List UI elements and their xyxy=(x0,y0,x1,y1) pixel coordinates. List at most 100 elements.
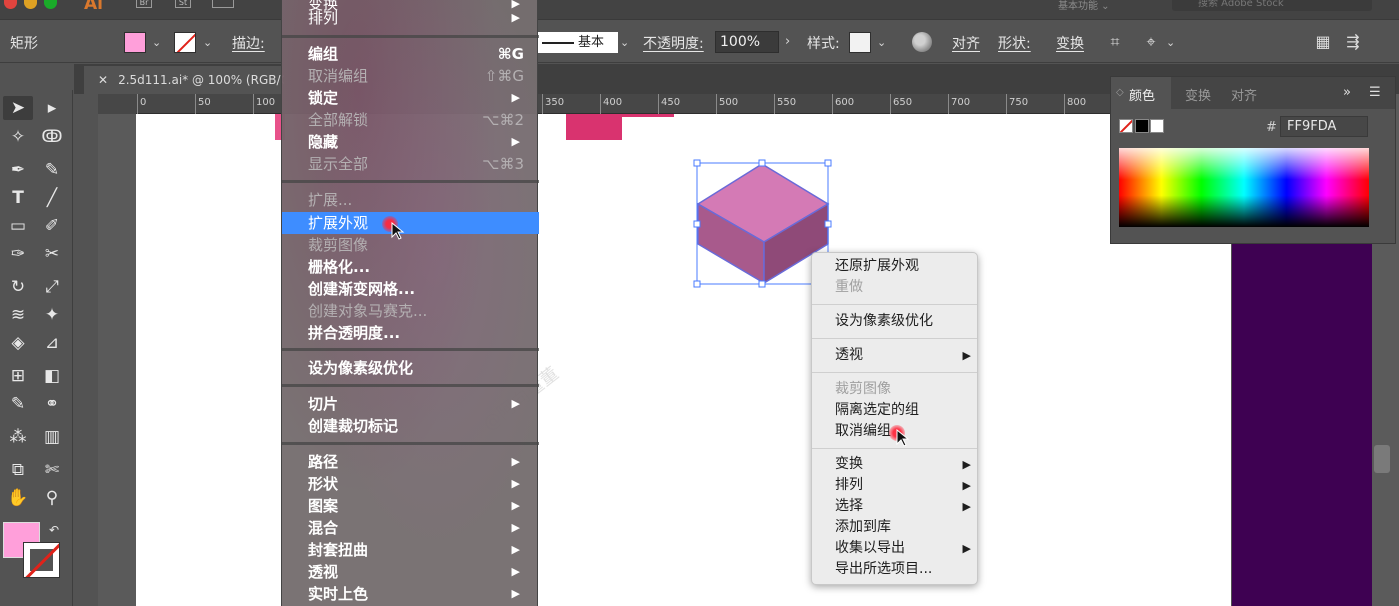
direct-selection-tool-icon[interactable]: ▸ xyxy=(37,96,67,120)
pink-shape[interactable] xyxy=(566,114,622,140)
tab-transform[interactable]: 变换 xyxy=(1185,85,1211,104)
resize-handle[interactable] xyxy=(693,159,701,167)
menu-item-flatten-transparency[interactable]: 拼合透明度... xyxy=(308,322,532,344)
maximize-window-button[interactable] xyxy=(44,0,57,9)
ctx-item-select[interactable]: 选择 ▶ xyxy=(835,496,975,517)
color-spectrum[interactable] xyxy=(1119,148,1369,227)
ctx-item-redo[interactable]: 重做 xyxy=(835,277,975,298)
pink-shape[interactable] xyxy=(622,114,674,117)
ctx-item-export-selection[interactable]: 导出所选项目... xyxy=(835,559,975,580)
paintbrush-tool-icon[interactable]: ✑ xyxy=(3,242,33,266)
resize-handle[interactable] xyxy=(758,280,766,288)
menu-item-shape[interactable]: 形状 ▶ xyxy=(308,473,532,495)
vertical-scrollbar-thumb[interactable] xyxy=(1374,445,1390,473)
shape-builder-tool-icon[interactable]: ◈ xyxy=(3,331,33,355)
menu-item-group[interactable]: 编组 ⌘G xyxy=(308,43,532,65)
menu-item-make-pixel-perfect[interactable]: 设为像素级优化 xyxy=(308,357,532,379)
selection-tool-icon[interactable]: ➤ xyxy=(3,96,33,120)
hex-color-input[interactable]: FF9FDA xyxy=(1280,116,1368,137)
ruler-origin[interactable] xyxy=(98,94,136,114)
line-tool-icon[interactable]: ╱ xyxy=(37,186,67,210)
rectangle-tool-icon[interactable]: ▭ xyxy=(3,214,33,238)
tab-color[interactable]: 颜色 xyxy=(1129,85,1155,104)
magic-wand-tool-icon[interactable]: ✧ xyxy=(3,125,33,149)
purple-artwork[interactable] xyxy=(1232,244,1372,606)
ctx-item-crop-image[interactable]: 裁剪图像 xyxy=(835,379,975,400)
graph-tool-icon[interactable]: ▥ xyxy=(37,425,67,449)
hand-tool-icon[interactable]: ✋ xyxy=(3,486,33,510)
zoom-tool-icon[interactable]: ⚲ xyxy=(37,486,67,510)
none-color-swatch[interactable] xyxy=(1119,119,1133,133)
mesh-tool-icon[interactable]: ⊞ xyxy=(3,364,33,388)
scale-tool-icon[interactable]: ⤢ xyxy=(37,275,67,299)
type-tool-icon[interactable]: T xyxy=(3,186,33,210)
transform-link[interactable]: 变换 xyxy=(1056,33,1084,53)
graphic-style-swatch[interactable] xyxy=(849,32,871,53)
menu-item-blend[interactable]: 混合 ▶ xyxy=(308,517,532,539)
ctx-item-perspective[interactable]: 透视 ▶ xyxy=(835,345,975,366)
menu-item-live-paint[interactable]: 实时上色 ▶ xyxy=(308,583,532,605)
close-tab-icon[interactable]: ✕ xyxy=(98,73,108,87)
stroke-swatch[interactable] xyxy=(174,32,196,53)
align-link[interactable]: 对齐 xyxy=(952,33,980,53)
menu-item-envelope-distort[interactable]: 封套扭曲 ▶ xyxy=(308,539,532,561)
rotate-tool-icon[interactable]: ↻ xyxy=(3,275,33,299)
puppet-warp-tool-icon[interactable]: ✦ xyxy=(37,303,67,327)
opacity-arrow-icon[interactable]: › xyxy=(785,34,790,49)
document-tab[interactable]: ✕ 2.5d111.ai* @ 100% (RGB/GPU xyxy=(84,66,284,94)
scissors-tool-icon[interactable]: ✂ xyxy=(37,242,67,266)
resize-handle[interactable] xyxy=(693,280,701,288)
stroke-label[interactable]: 描边: xyxy=(232,33,265,53)
ctx-item-isolate-selected-group[interactable]: 隔离选定的组 xyxy=(835,400,975,421)
isolate-icon[interactable]: ⌗ xyxy=(1104,31,1126,53)
menu-item-pattern[interactable]: 图案 ▶ xyxy=(308,495,532,517)
panel-options-icon[interactable]: ☰ xyxy=(1369,85,1381,100)
menu-item-show-all[interactable]: 显示全部 ⌥⌘3 xyxy=(308,153,532,175)
menu-item-path[interactable]: 路径 ▶ xyxy=(308,451,532,473)
ctx-item-undo-expand-appearance[interactable]: 还原扩展外观 xyxy=(835,256,975,277)
stock-search-input[interactable]: 搜索 Adobe Stock xyxy=(1172,0,1372,11)
stock-icon[interactable]: St xyxy=(175,0,191,8)
warp-chevron-icon[interactable]: ⌄ xyxy=(1166,36,1175,49)
gradient-tool-icon[interactable]: ◧ xyxy=(37,364,67,388)
blend-tool-icon[interactable]: ⚭ xyxy=(37,392,67,416)
slice-tool-icon[interactable]: ✄ xyxy=(37,458,67,482)
menu-item-unlock-all[interactable]: 全部解锁 ⌥⌘2 xyxy=(308,109,532,131)
menu-item-rasterize[interactable]: 栅格化... xyxy=(308,256,532,278)
puppet-warp-icon[interactable]: ⌖ xyxy=(1140,31,1162,53)
pencil-tool-icon[interactable]: ✐ xyxy=(37,214,67,238)
style-chevron-icon[interactable]: ⌄ xyxy=(877,36,886,49)
ctx-item-arrange[interactable]: 排列 ▶ xyxy=(835,475,975,496)
white-color-swatch[interactable] xyxy=(1150,119,1164,133)
menu-item-create-object-mosaic[interactable]: 创建对象马赛克... xyxy=(308,300,532,322)
width-tool-icon[interactable]: ≋ xyxy=(3,303,33,327)
menu-item-lock[interactable]: 锁定 ▶ xyxy=(308,87,532,109)
pen-tool-icon[interactable]: ✒ xyxy=(3,158,33,182)
menu-item-crop-image[interactable]: 裁剪图像 xyxy=(308,234,532,256)
resize-handle[interactable] xyxy=(758,159,766,167)
menu-item-slice[interactable]: 切片 ▶ xyxy=(308,393,532,415)
stroke-dropdown-chevron-icon[interactable]: ⌄ xyxy=(203,36,212,49)
fill-swatch[interactable] xyxy=(124,32,146,53)
artboard-tool-icon[interactable]: ⧉ xyxy=(3,458,33,482)
close-window-button[interactable] xyxy=(4,0,17,9)
ctx-item-collect-for-export[interactable]: 收集以导出 ▶ xyxy=(835,538,975,559)
minimize-window-button[interactable] xyxy=(24,0,37,9)
menu-item-expand[interactable]: 扩展... xyxy=(308,189,532,211)
tab-align[interactable]: 对齐 xyxy=(1231,85,1257,104)
fill-dropdown-chevron-icon[interactable]: ⌄ xyxy=(152,36,161,49)
ctx-item-transform[interactable]: 变换 ▶ xyxy=(835,454,975,475)
panel-collapse-icon[interactable]: ◇ xyxy=(1116,87,1124,98)
menu-item-perspective[interactable]: 透视 ▶ xyxy=(308,561,532,583)
curvature-tool-icon[interactable]: ✎ xyxy=(37,158,67,182)
opacity-label[interactable]: 不透明度: xyxy=(643,33,704,53)
menu-item-create-trim-marks[interactable]: 创建裁切标记 xyxy=(308,415,532,437)
symbol-sprayer-tool-icon[interactable]: ⁂ xyxy=(3,425,33,449)
vertical-ruler[interactable] xyxy=(98,114,136,606)
lasso-tool-icon[interactable]: ↂ xyxy=(37,125,67,149)
ctx-item-make-pixel-perfect[interactable]: 设为像素级优化 xyxy=(835,311,975,332)
shape-link[interactable]: 形状: xyxy=(998,33,1031,53)
workspace-switcher[interactable]: 基本功能 ⌄ xyxy=(1058,0,1154,13)
opacity-input[interactable]: 100% xyxy=(715,31,779,53)
panel-grid-icon[interactable]: ▦ xyxy=(1312,31,1334,53)
